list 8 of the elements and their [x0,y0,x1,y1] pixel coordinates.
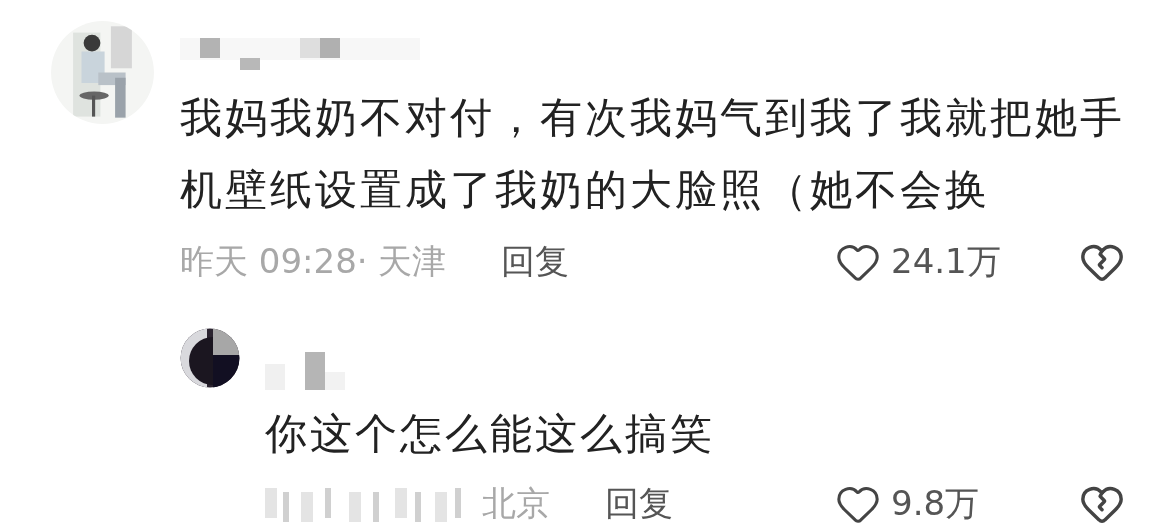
comment-text: 你这个怎么能这么搞笑 [265,408,716,460]
comment-text: 我妈我奶不对付，有次我妈气到我了我就把她手机壁纸设置成了我奶的大脸照（她不会换 [180,92,1125,216]
reply-link[interactable]: 回复 [605,481,673,526]
like-count: 24.1万 [891,240,1002,283]
comment-time: 昨天 09:28· 天津 [180,240,447,283]
like-count: 9.8万 [891,482,981,525]
comment-location: 北京 [482,482,550,525]
reply-link[interactable]: 回复 [501,239,570,285]
